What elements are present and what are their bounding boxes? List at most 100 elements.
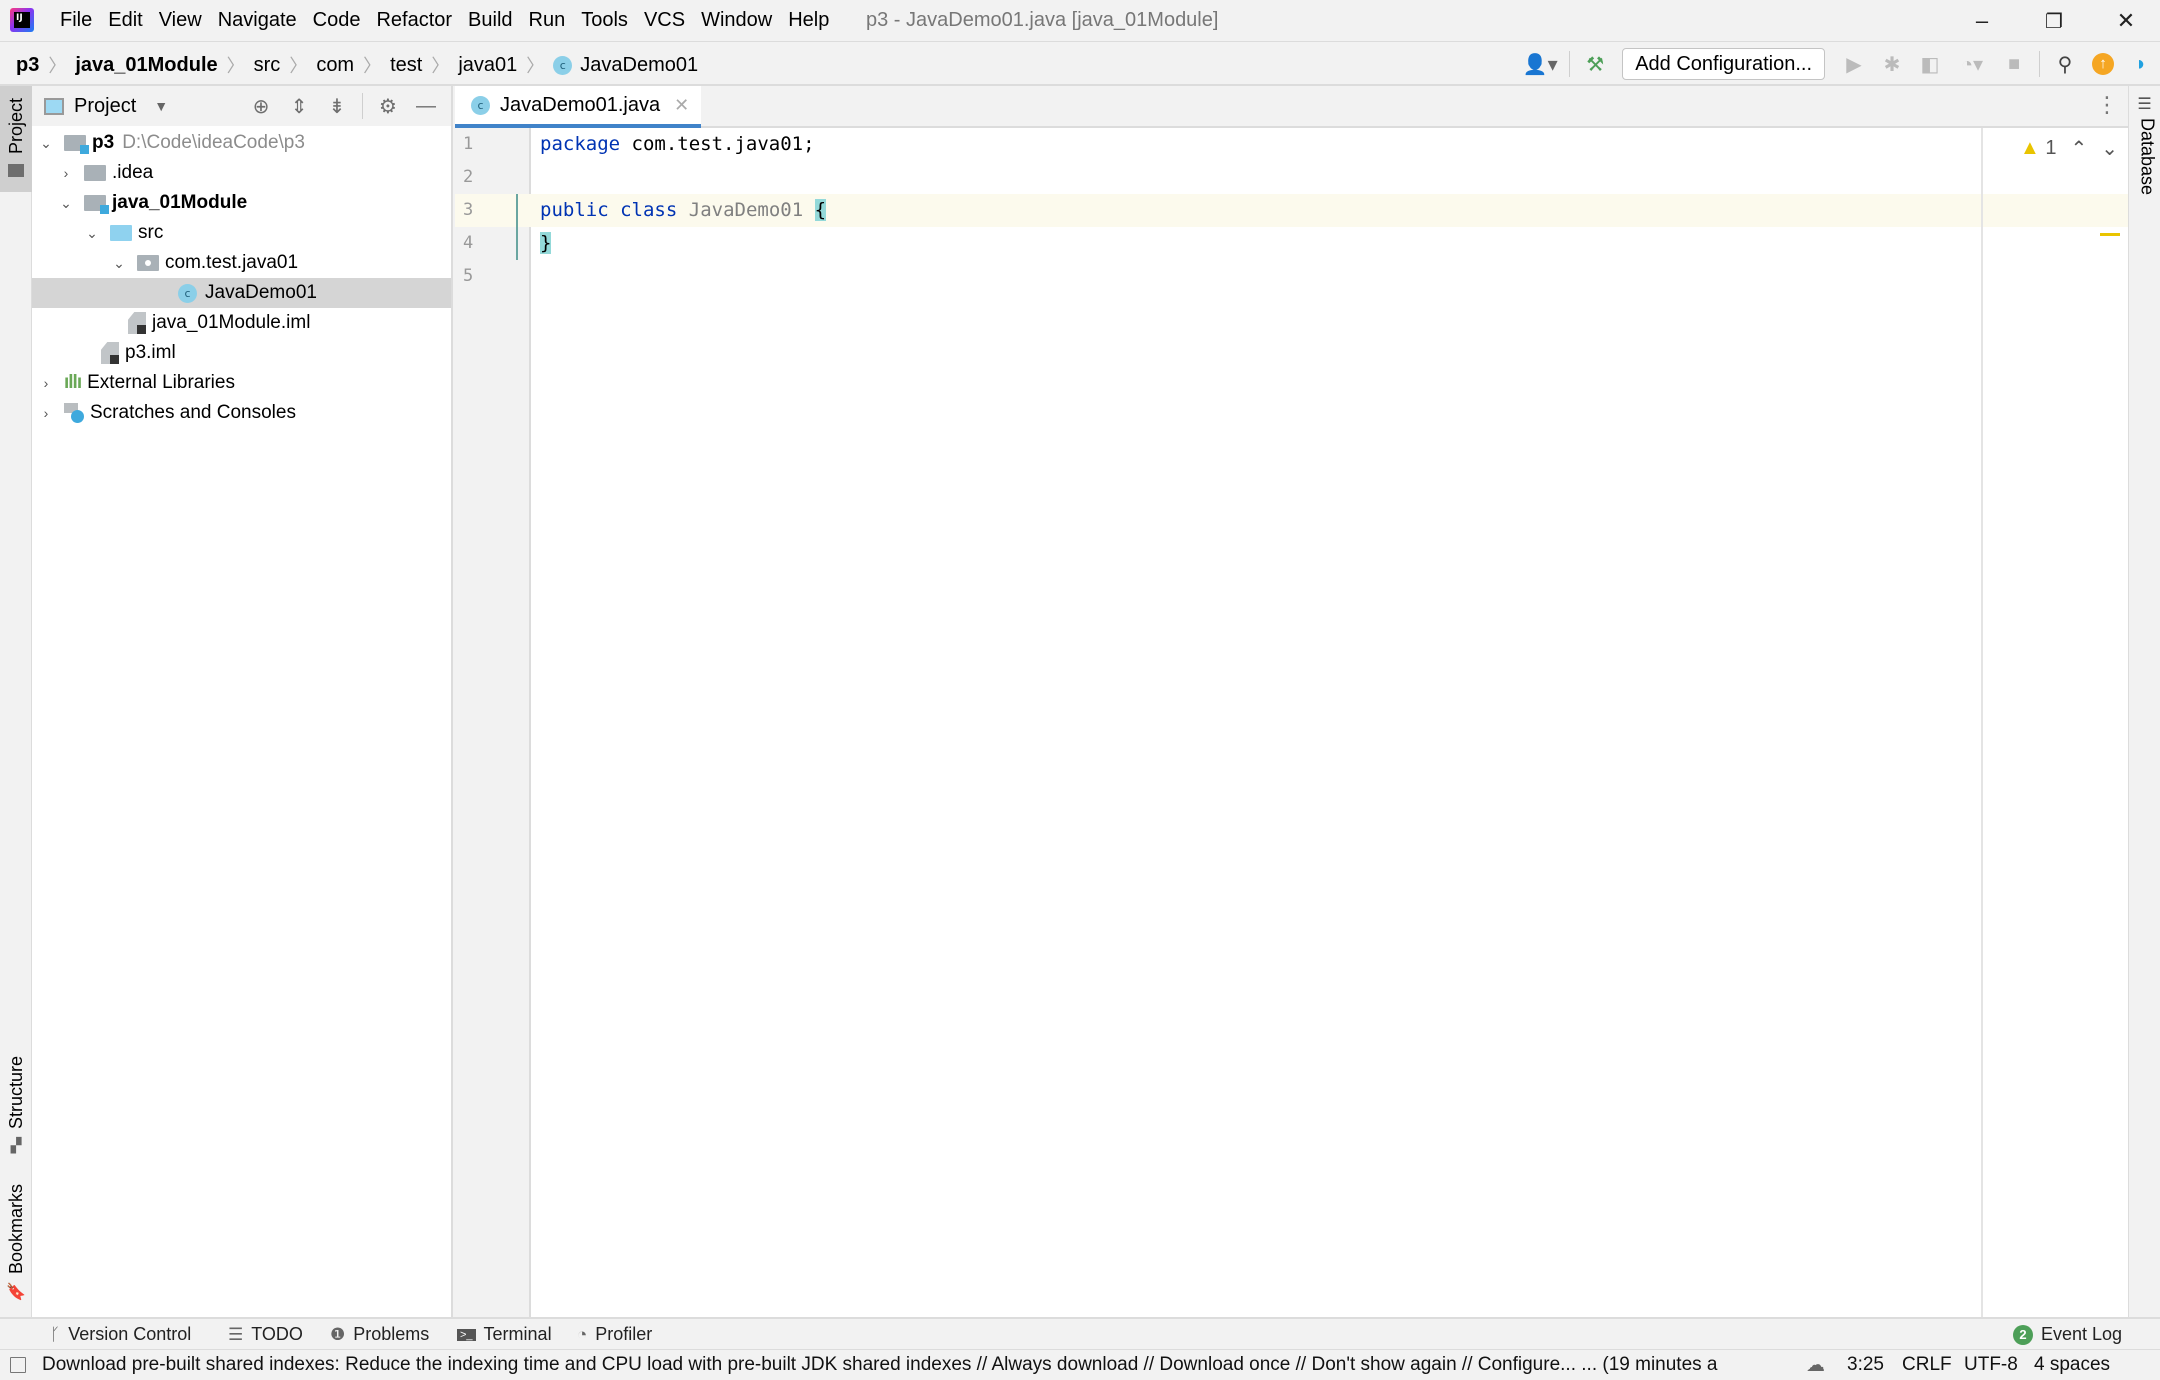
chevron-right-icon[interactable]: › bbox=[56, 165, 76, 181]
chevron-down-icon[interactable]: ⌄ bbox=[109, 255, 129, 272]
status-message[interactable]: Download pre-built shared indexes: Reduc… bbox=[42, 1354, 1762, 1376]
minimize-button[interactable]: – bbox=[1952, 4, 2012, 38]
tool-tab-database[interactable]: ☰ Database bbox=[2129, 86, 2160, 195]
chevron-right-icon[interactable]: › bbox=[36, 375, 56, 391]
chevron-down-icon[interactable]: ⌄ bbox=[82, 225, 102, 242]
tree-item-label: src bbox=[138, 222, 164, 243]
tree-item[interactable]: p3.iml bbox=[32, 338, 451, 368]
tool-window-todo[interactable]: ☰ TODO bbox=[228, 1324, 303, 1345]
breadcrumb-item[interactable]: src bbox=[254, 54, 281, 77]
chevron-right-icon[interactable]: › bbox=[36, 405, 56, 421]
tab-javademo01[interactable]: c JavaDemo01.java ✕ bbox=[455, 86, 702, 128]
tree-item-label: java_01Module.iml bbox=[152, 312, 311, 333]
code-line[interactable]: } bbox=[531, 227, 2128, 260]
tree-item[interactable]: › Scratches and Consoles bbox=[32, 398, 451, 428]
close-icon: ✕ bbox=[2116, 8, 2136, 33]
menu-edit[interactable]: Edit bbox=[100, 9, 150, 32]
run-icon[interactable]: ▶ bbox=[1835, 48, 1873, 80]
tree-item[interactable]: ⌄ src bbox=[32, 218, 451, 248]
menu-navigate[interactable]: Navigate bbox=[210, 9, 305, 32]
close-window-button[interactable]: ✕ bbox=[2096, 4, 2156, 38]
line-separator[interactable]: CRLF bbox=[1902, 1354, 1952, 1376]
code-line[interactable]: package com.test.java01; bbox=[531, 128, 2128, 161]
tree-item[interactable]: ⌄ com.test.java01 bbox=[32, 248, 451, 278]
code-line[interactable] bbox=[531, 161, 2128, 194]
tool-tab-bookmarks[interactable]: Bookmarks 🔖 bbox=[0, 1184, 32, 1302]
tree-item[interactable]: › ıllı External Libraries bbox=[32, 368, 451, 398]
bookmark-icon: 🔖 bbox=[6, 1284, 26, 1302]
profile-icon[interactable]: ◔▾ bbox=[1949, 48, 1995, 80]
tree-item-selected[interactable]: c JavaDemo01 bbox=[32, 278, 451, 308]
libraries-icon: ıllı bbox=[64, 372, 82, 393]
breadcrumb-item[interactable]: test bbox=[390, 54, 422, 77]
previous-highlight-icon[interactable]: ⌃ bbox=[2070, 136, 2087, 161]
breadcrumb-item[interactable]: p3 bbox=[16, 54, 39, 77]
module-folder-icon bbox=[64, 135, 89, 154]
tool-window-profiler[interactable]: ◔ Profiler bbox=[577, 1324, 652, 1345]
tree-item-label: JavaDemo01 bbox=[205, 282, 317, 303]
tool-window-label: Profiler bbox=[595, 1324, 653, 1344]
code-line-current[interactable]: public class JavaDemo01 { bbox=[531, 194, 2128, 227]
right-margin-guide bbox=[1981, 128, 1983, 1317]
tool-tab-structure[interactable]: Structure ▞ bbox=[0, 1056, 32, 1154]
menu-run[interactable]: Run bbox=[521, 9, 574, 32]
collapse-all-icon[interactable]: ⇟ bbox=[318, 90, 356, 122]
tool-tab-label: Structure bbox=[5, 1056, 26, 1130]
stop-icon[interactable]: ■ bbox=[1995, 48, 2033, 80]
menu-tools[interactable]: Tools bbox=[573, 9, 636, 32]
menu-refactor[interactable]: Refactor bbox=[368, 9, 460, 32]
code-editor[interactable]: package com.test.java01; public class Ja… bbox=[531, 128, 2128, 1317]
tree-item[interactable]: › .idea bbox=[32, 158, 451, 188]
next-highlight-icon[interactable]: ⌄ bbox=[2101, 136, 2118, 161]
menu-view[interactable]: View bbox=[151, 9, 210, 32]
update-icon[interactable]: ↑ bbox=[2084, 48, 2122, 80]
breadcrumb-item[interactable]: JavaDemo01 bbox=[580, 54, 698, 77]
tree-item[interactable]: java_01Module.iml bbox=[32, 308, 451, 338]
chevron-down-icon[interactable]: ⌄ bbox=[36, 135, 56, 152]
tree-item-label: p3 bbox=[92, 132, 115, 153]
folder-icon bbox=[84, 165, 106, 181]
account-icon[interactable]: 👤▾ bbox=[1517, 48, 1563, 80]
gear-icon[interactable]: ⚙ bbox=[369, 90, 407, 122]
breadcrumb-item[interactable]: com bbox=[316, 54, 354, 77]
tool-tab-project[interactable]: Project bbox=[0, 86, 32, 192]
toolbox-icon[interactable]: ◗ bbox=[2122, 48, 2160, 80]
breadcrumb-item[interactable]: java_01Module bbox=[75, 54, 217, 77]
project-view-selector[interactable]: Project ▼ bbox=[44, 95, 168, 118]
tool-window-version-control[interactable]: ᚴ Version Control bbox=[50, 1324, 191, 1345]
tool-window-terminal[interactable]: >_ Terminal bbox=[457, 1324, 552, 1345]
debug-icon[interactable]: ✱ bbox=[1873, 48, 1911, 80]
expand-all-icon[interactable]: ⇕ bbox=[280, 90, 318, 122]
menu-help[interactable]: Help bbox=[780, 9, 837, 32]
indent-setting[interactable]: 4 spaces bbox=[2034, 1354, 2110, 1376]
hide-panel-icon[interactable]: — bbox=[407, 90, 445, 122]
more-vertical-icon[interactable]: ⋮ bbox=[2096, 92, 2118, 118]
add-configuration-button[interactable]: Add Configuration... bbox=[1622, 48, 1825, 80]
header-separator bbox=[362, 93, 363, 119]
file-encoding[interactable]: UTF-8 bbox=[1964, 1354, 2018, 1376]
tool-window-problems[interactable]: ❶ Problems bbox=[330, 1324, 429, 1345]
toolbar-separator bbox=[2039, 51, 2040, 77]
build-hammer-icon[interactable]: ⚒ bbox=[1576, 48, 1614, 80]
coverage-icon[interactable]: ◧ bbox=[1911, 48, 1949, 80]
locate-file-icon[interactable]: ⊕ bbox=[242, 90, 280, 122]
chevron-down-icon[interactable]: ⌄ bbox=[56, 195, 76, 212]
menu-build[interactable]: Build bbox=[460, 9, 520, 32]
code-line[interactable] bbox=[531, 260, 2128, 293]
search-icon[interactable]: ⚲ bbox=[2046, 48, 2084, 80]
menu-code[interactable]: Code bbox=[305, 9, 369, 32]
inspection-widget[interactable]: ▲ 1 ⌃ ⌄ bbox=[2020, 136, 2118, 161]
breadcrumb-item[interactable]: java01 bbox=[458, 54, 517, 77]
menu-file[interactable]: File bbox=[52, 9, 100, 32]
menu-window[interactable]: Window bbox=[693, 9, 780, 32]
tool-window-event-log[interactable]: 2 Event Log bbox=[2013, 1324, 2122, 1345]
tree-item[interactable]: ⌄ java_01Module bbox=[32, 188, 451, 218]
close-tab-icon[interactable]: ✕ bbox=[674, 95, 689, 116]
menu-vcs[interactable]: VCS bbox=[636, 9, 693, 32]
restore-button[interactable]: ❐ bbox=[2024, 4, 2084, 38]
toggle-tool-windows-icon[interactable] bbox=[10, 1357, 26, 1373]
warning-stripe-marker[interactable] bbox=[2100, 233, 2120, 236]
tree-item[interactable]: ⌄ p3 D:\Code\ideaCode\p3 bbox=[32, 128, 451, 158]
caret-position[interactable]: 3:25 bbox=[1847, 1354, 1884, 1376]
cloud-help-icon[interactable]: ☁ bbox=[1806, 1354, 1825, 1377]
